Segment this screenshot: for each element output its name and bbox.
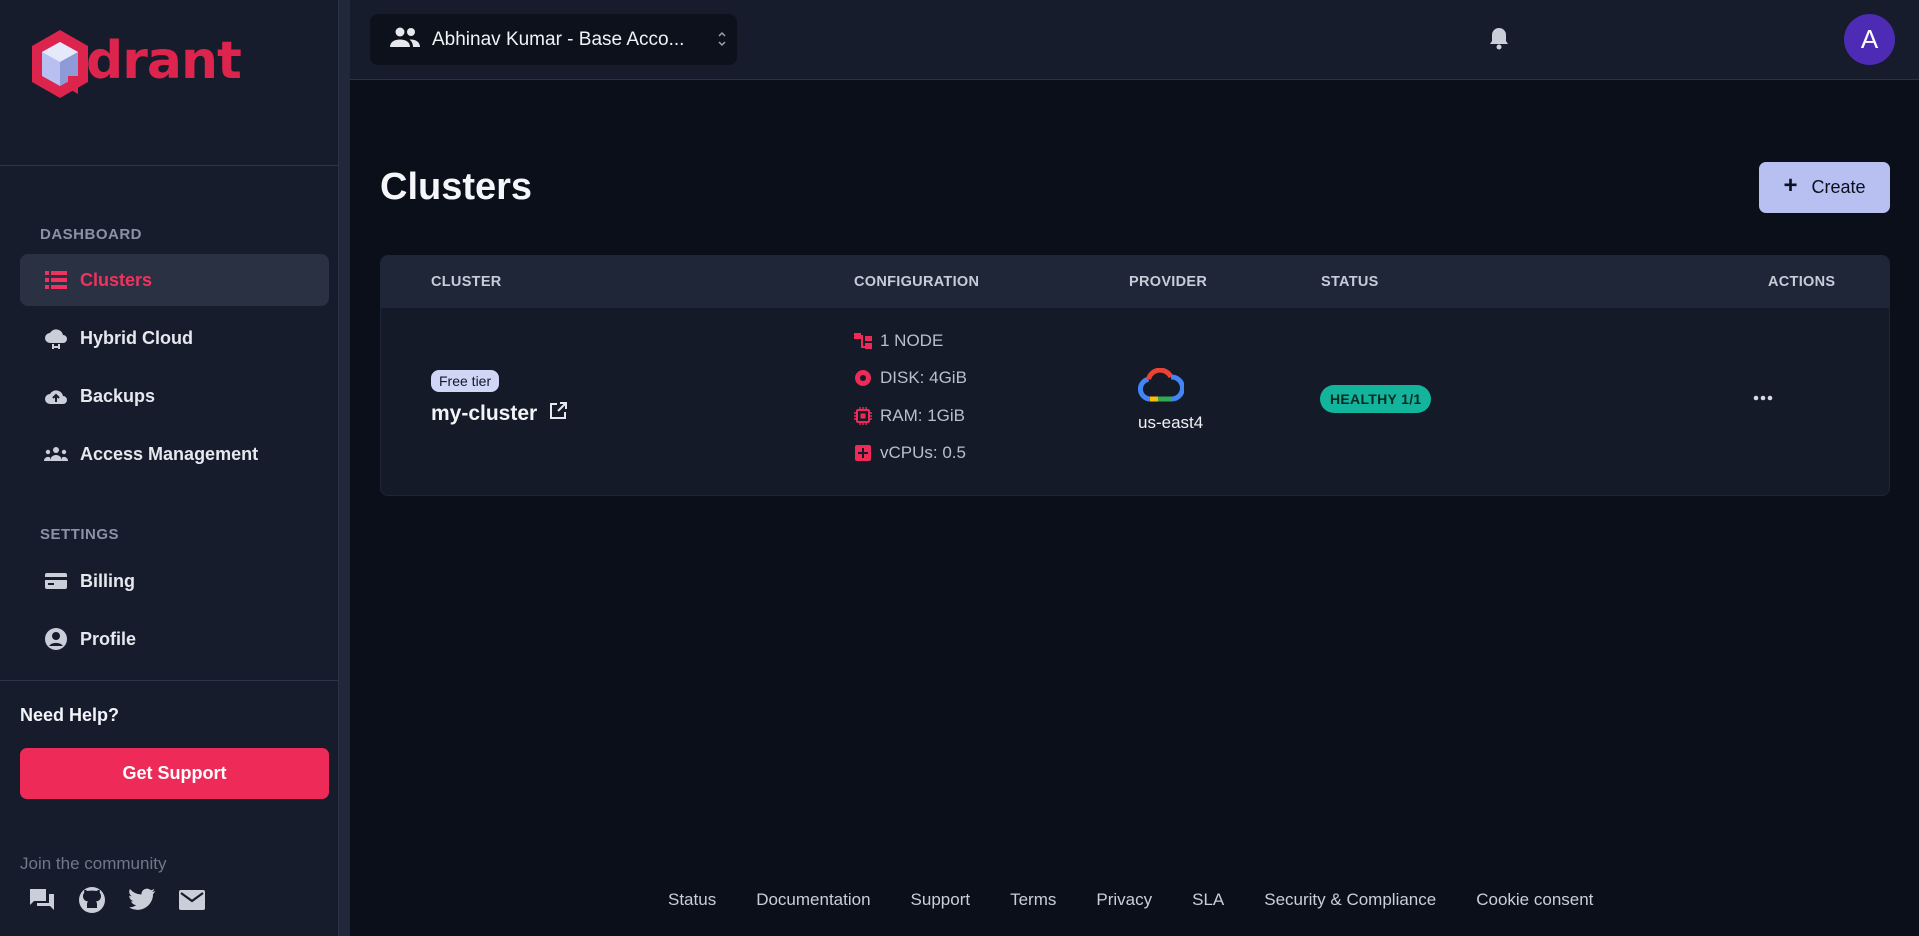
cluster-name: my-cluster <box>431 402 538 425</box>
account-circle-icon <box>44 627 68 651</box>
disk-icon <box>854 369 872 387</box>
community-label: Join the community <box>20 854 167 873</box>
footer-link-privacy[interactable]: Privacy <box>1096 890 1152 910</box>
unfold-icon <box>717 30 727 53</box>
twitter-icon[interactable] <box>128 886 156 914</box>
footer-links: Status Documentation Support Terms Priva… <box>668 890 1593 910</box>
table-row: Free tier my-cluster 1 NODE DISK: 4GiB R… <box>381 308 1889 495</box>
sidebar-item-billing[interactable]: Billing <box>20 555 329 607</box>
sidebar-item-label: Profile <box>80 628 137 649</box>
status-badge: HEALTHY 1/1 <box>1320 385 1432 413</box>
get-support-button[interactable]: Get Support <box>20 748 329 799</box>
footer-link-terms[interactable]: Terms <box>1010 890 1056 910</box>
notifications-bell-icon[interactable] <box>1488 26 1514 52</box>
page-title: Clusters <box>380 166 533 208</box>
config-nodes: 1 NODE <box>854 322 967 360</box>
more-actions-button[interactable] <box>1748 387 1778 409</box>
credit-card-icon <box>44 569 68 593</box>
section-label-dashboard: DASHBOARD <box>40 226 142 243</box>
cluster-link[interactable]: my-cluster <box>431 402 568 426</box>
sidebar-item-label: Access Management <box>80 443 259 464</box>
sidebar-item-label: Billing <box>80 570 135 591</box>
sidebar-scrollbar[interactable] <box>338 0 350 936</box>
more-horizontal-icon <box>1753 395 1773 401</box>
provider-cell: us-east4 <box>1137 367 1204 433</box>
sidebar-item-access-management[interactable]: Access Management <box>20 428 329 480</box>
people-icon <box>390 27 420 52</box>
github-icon[interactable] <box>78 886 106 914</box>
group-icon <box>44 442 68 466</box>
mail-icon[interactable] <box>178 886 206 914</box>
sidebar-item-label: Backups <box>80 385 156 406</box>
cpu-icon <box>854 444 872 462</box>
table-header: CLUSTER CONFIGURATION PROVIDER STATUS AC… <box>381 256 1889 308</box>
column-header-cluster: CLUSTER <box>431 274 502 290</box>
create-label: Create <box>1811 177 1866 197</box>
topbar: Abhinav Kumar - Base Acco... A <box>350 0 1919 80</box>
footer-link-support[interactable]: Support <box>911 890 971 910</box>
config-disk: DISK: 4GiB <box>854 360 967 398</box>
config-disk-value: DISK: 4GiB <box>880 368 967 388</box>
column-header-status: STATUS <box>1321 274 1379 290</box>
qdrant-logo[interactable]: drant <box>28 28 242 100</box>
account-name: Abhinav Kumar - Base Acco... <box>432 28 685 50</box>
provider-region: us-east4 <box>1138 413 1204 432</box>
sidebar-item-clusters[interactable]: Clusters <box>20 254 329 306</box>
open-in-new-icon <box>549 402 568 426</box>
tier-badge: Free tier <box>431 370 500 392</box>
sidebar-divider <box>0 165 338 166</box>
node-tree-icon <box>854 332 872 350</box>
sidebar-item-label: Clusters <box>80 269 153 290</box>
column-header-actions: ACTIONS <box>1768 274 1836 290</box>
clusters-table: CLUSTER CONFIGURATION PROVIDER STATUS AC… <box>380 255 1890 496</box>
help-title: Need Help? <box>20 705 120 725</box>
forum-icon[interactable] <box>28 886 56 914</box>
footer-link-sla[interactable]: SLA <box>1192 890 1224 910</box>
account-switcher[interactable]: Abhinav Kumar - Base Acco... <box>370 14 737 65</box>
config-vcpus: vCPUs: 0.5 <box>854 435 967 473</box>
config-ram-value: RAM: 1GiB <box>880 405 966 425</box>
brand-name: drant <box>86 31 242 91</box>
plus-icon: + <box>1783 172 1798 199</box>
config-vcpus-value: vCPUs: 0.5 <box>880 443 966 463</box>
section-label-settings: SETTINGS <box>40 526 120 543</box>
cluster-configuration: 1 NODE DISK: 4GiB RAM: 1GiB vCPUs: 0.5 <box>854 322 967 472</box>
community-links <box>28 886 206 914</box>
sidebar-item-profile[interactable]: Profile <box>20 613 329 665</box>
footer-link-documentation[interactable]: Documentation <box>756 890 870 910</box>
config-nodes-value: 1 NODE <box>880 330 944 350</box>
footer-link-status[interactable]: Status <box>668 890 716 910</box>
create-cluster-button[interactable]: + Create <box>1759 162 1890 213</box>
column-header-configuration: CONFIGURATION <box>854 274 980 290</box>
cloud-upload-icon <box>44 384 68 408</box>
footer-link-cookie-consent[interactable]: Cookie consent <box>1476 890 1593 910</box>
avatar[interactable]: A <box>1844 14 1895 65</box>
google-cloud-icon <box>1137 367 1185 406</box>
sidebar-divider <box>0 680 338 681</box>
cloud-sync-icon <box>44 326 68 350</box>
sidebar-item-hybrid-cloud[interactable]: Hybrid Cloud <box>20 312 329 364</box>
sidebar-item-label: Hybrid Cloud <box>80 327 193 348</box>
qdrant-logo-icon <box>32 30 88 98</box>
column-header-provider: PROVIDER <box>1129 274 1208 290</box>
memory-chip-icon <box>854 406 872 425</box>
config-ram: RAM: 1GiB <box>854 397 967 435</box>
sidebar: drant DASHBOARD Clusters Hybrid Cloud Ba… <box>0 0 344 936</box>
list-icon <box>44 268 68 292</box>
sidebar-item-backups[interactable]: Backups <box>20 370 329 422</box>
footer-link-security[interactable]: Security & Compliance <box>1264 890 1436 910</box>
